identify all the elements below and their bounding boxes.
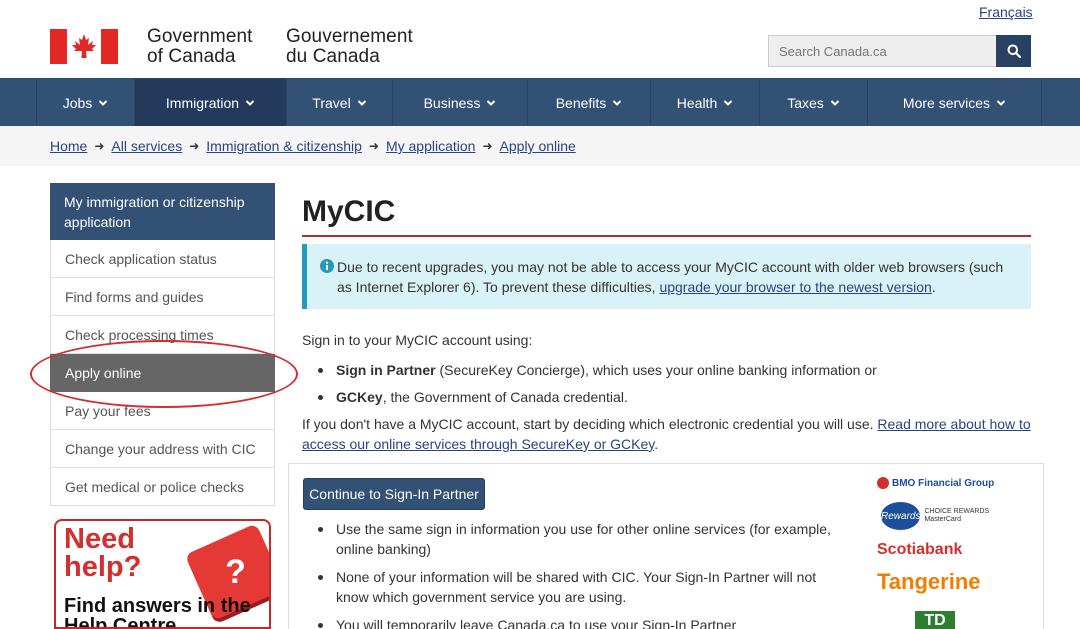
signature-fr-line-1: Gouvernement <box>286 26 413 47</box>
chevron-down-icon <box>830 99 839 106</box>
title-rule <box>302 235 1031 237</box>
menu-spacer <box>0 79 37 126</box>
breadcrumb-arrow-icon: ➜ <box>482 139 493 153</box>
paragraph-end: . <box>654 436 659 452</box>
signature-fr-line-2: du Canada <box>286 46 380 67</box>
menu-item-health[interactable]: Health <box>651 79 760 126</box>
government-of-canada-signature-en: Government of Canada <box>147 27 253 67</box>
page-title: MyCIC <box>302 195 396 228</box>
breadcrumb-link[interactable]: All services <box>111 138 182 154</box>
partner-point-text: None of your information will be shared … <box>336 569 817 605</box>
sidebar-nav: My immigration or citizenship applicatio… <box>50 183 275 506</box>
search-box <box>768 35 1031 67</box>
sign-in-intro: Sign in to your MyCIC account using: <box>302 332 533 348</box>
menu-item-label: Health <box>676 94 718 111</box>
info-alert: Due to recent upgrades, you may not be a… <box>302 244 1031 309</box>
menu-item-travel[interactable]: Travel <box>287 79 393 126</box>
breadcrumb-arrow-icon: ➜ <box>368 139 379 153</box>
scotiabank-logo: Scotiabank <box>877 541 963 558</box>
info-icon <box>320 259 334 273</box>
continue-sign-in-partner-button[interactable]: Continue to Sign-In Partner <box>303 478 485 510</box>
breadcrumb: Home ➜ All services ➜ Immigration & citizens… <box>0 126 1080 166</box>
breadcrumb-link[interactable]: My application <box>386 138 476 154</box>
chevron-down-icon <box>99 99 108 106</box>
list-item: Sign in Partner (SecureKey Concierge), w… <box>318 357 877 384</box>
menu-item-benefits[interactable]: Benefits <box>528 79 651 126</box>
menu-item-more-services[interactable]: More services <box>868 79 1042 126</box>
chevron-down-icon <box>613 99 622 106</box>
credential-paragraph: If you don't have a MyCIC account, start… <box>302 414 1032 454</box>
canada-flag-logo <box>50 29 118 64</box>
government-of-canada-signature-fr: Gouvernement du Canada <box>286 27 413 67</box>
menu-item-label: Business <box>423 94 481 111</box>
signature-en-line-1: Government <box>147 26 253 47</box>
list-item: Use the same sign in information you use… <box>318 519 836 559</box>
credential-options-list: Sign in Partner (SecureKey Concierge), w… <box>318 357 877 411</box>
sidebar-heading[interactable]: My immigration or citizenship applicatio… <box>50 183 275 240</box>
search-input[interactable] <box>768 35 996 67</box>
menu-item-label: Immigration <box>165 94 240 111</box>
option-gckey: GCKey <box>336 389 383 405</box>
main-menu: Jobs Immigration Travel Business Benefits Hea… <box>0 78 1080 126</box>
sidebar-item-check-application-status[interactable]: Check application status <box>50 240 275 278</box>
sidebar-item-check-processing-times[interactable]: Check processing times <box>50 316 275 354</box>
search-button[interactable] <box>996 35 1031 67</box>
partner-point-text: You will temporarily leave Canada.ca to … <box>336 617 737 629</box>
partner-point-text: Use the same sign in information you use… <box>336 521 831 557</box>
chevron-down-icon <box>724 99 733 106</box>
upgrade-browser-link[interactable]: upgrade your browser to the newest versi… <box>659 279 931 295</box>
option-text: , the Government of Canada credential. <box>382 389 628 405</box>
sidebar-item-find-forms-and-guides[interactable]: Find forms and guides <box>50 278 275 316</box>
sidebar-item-apply-online[interactable]: Apply online <box>50 354 275 392</box>
option-sign-in-partner: Sign in Partner <box>336 362 436 378</box>
breadcrumb-arrow-icon: ➜ <box>94 139 105 153</box>
bmo-logo: BMO Financial Group <box>877 477 994 489</box>
language-toggle-link[interactable]: Français <box>979 4 1033 20</box>
chevron-down-icon <box>996 99 1006 106</box>
sidebar-item-pay-your-fees[interactable]: Pay your fees <box>50 392 275 430</box>
paragraph-text: If you don't have a MyCIC account, start… <box>302 416 874 432</box>
choice-rewards-logo: Rewards CHOICE REWARDS MasterCard <box>881 500 991 532</box>
menu-item-label: Travel <box>312 94 351 111</box>
help-need-text: Need help? <box>64 523 142 583</box>
option-text: (SecureKey Concierge), which uses your o… <box>435 362 877 378</box>
menu-item-label: Jobs <box>62 94 93 111</box>
breadcrumb-link[interactable]: Apply online <box>500 138 576 154</box>
chevron-down-icon <box>487 99 496 106</box>
sidebar-item-get-medical-or-police-checks[interactable]: Get medical or police checks <box>50 468 275 506</box>
menu-item-taxes[interactable]: Taxes <box>760 79 868 126</box>
chevron-down-icon <box>245 99 255 106</box>
tangerine-logo: Tangerine <box>877 569 981 594</box>
signature-en-line-2: of Canada <box>147 46 236 67</box>
menu-item-label: More services <box>902 94 991 111</box>
menu-item-business[interactable]: Business <box>393 79 528 126</box>
breadcrumb-arrow-icon: ➜ <box>189 139 200 153</box>
help-centre-banner[interactable]: Need help? ? Find answers in the Help Ce… <box>54 519 271 629</box>
menu-item-label: Taxes <box>787 94 824 111</box>
breadcrumb-link[interactable]: Immigration & citizenship <box>206 138 362 154</box>
list-item: None of your information will be shared … <box>318 567 836 607</box>
partner-points-list: Use the same sign in information you use… <box>318 519 836 629</box>
menu-item-jobs[interactable]: Jobs <box>37 79 135 126</box>
alert-end: . <box>931 279 936 295</box>
list-item: You will temporarily leave Canada.ca to … <box>318 615 836 629</box>
help-find-text: Find answers in the Help Centre <box>64 595 251 629</box>
menu-item-label: Benefits <box>555 94 607 111</box>
list-item: GCKey, the Government of Canada credenti… <box>318 384 877 411</box>
breadcrumb-link[interactable]: Home <box>50 138 87 154</box>
td-logo: TD <box>915 611 955 629</box>
search-icon <box>1007 44 1021 58</box>
sidebar-item-change-your-address-with-cic[interactable]: Change your address with CIC <box>50 430 275 468</box>
chevron-down-icon <box>357 99 366 106</box>
menu-item-immigration[interactable]: Immigration <box>135 79 287 126</box>
